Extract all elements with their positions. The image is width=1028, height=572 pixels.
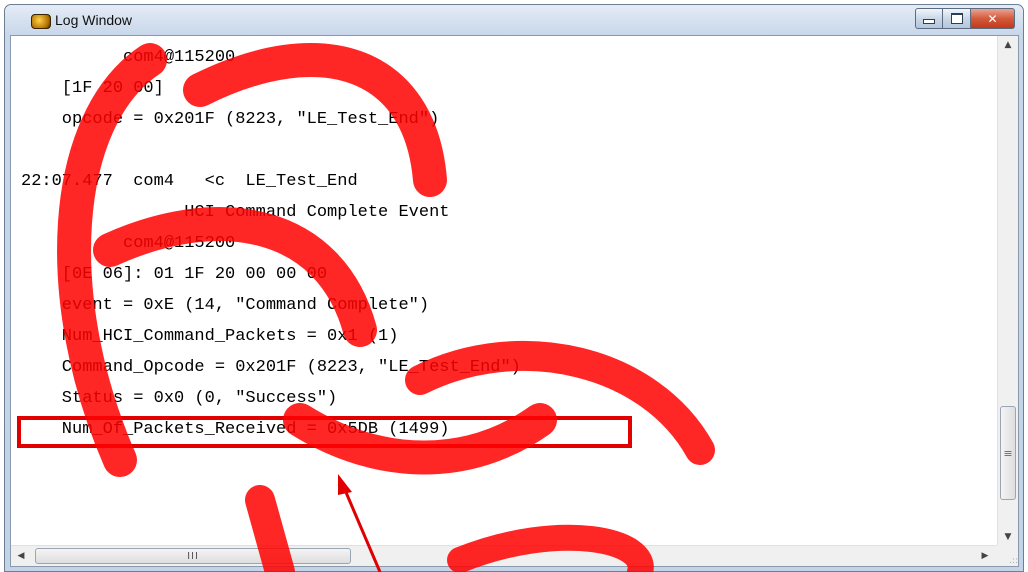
log-line: 22:07.477 com4 <c LE_Test_End — [21, 172, 358, 191]
scroll-up-icon[interactable]: ▲ — [998, 36, 1018, 54]
size-grip-icon[interactable]: .:: — [997, 545, 1018, 566]
minimize-icon — [923, 19, 935, 24]
log-line: Command_Opcode = 0x201F (8223, "LE_Test_… — [21, 358, 521, 377]
minimize-button[interactable] — [915, 8, 943, 29]
app-log-icon — [31, 14, 51, 29]
log-client-area: com4@115200 [1F 20 00] opcode = 0x201F (… — [10, 35, 1019, 567]
scroll-right-icon[interactable]: ▶ — [975, 547, 995, 565]
close-icon: ✕ — [987, 11, 998, 26]
log-text-area[interactable]: com4@115200 [1F 20 00] opcode = 0x201F (… — [11, 36, 997, 546]
horizontal-scroll-thumb[interactable]: III — [35, 548, 351, 564]
log-line: opcode = 0x201F (8223, "LE_Test_End") — [21, 110, 440, 129]
maximize-icon — [950, 13, 963, 24]
window-title: Log Window — [55, 12, 133, 28]
log-line: HCI Command Complete Event — [21, 203, 450, 222]
scroll-down-icon[interactable]: ▼ — [998, 528, 1018, 546]
thumb-grip-icon: ≡ — [1003, 446, 1013, 460]
window-controls: ✕ — [915, 8, 1015, 29]
scroll-left-icon[interactable]: ◀ — [11, 547, 31, 565]
vertical-scroll-thumb[interactable]: ≡ — [1000, 406, 1016, 500]
log-line: event = 0xE (14, "Command Complete") — [21, 296, 430, 315]
vertical-scrollbar[interactable]: ▲ ≡ ▼ — [997, 36, 1018, 546]
title-bar[interactable]: Log Window ✕ — [5, 5, 1023, 35]
log-line: [0E 06]: 01 1F 20 00 00 00 — [21, 265, 328, 284]
log-line: Status = 0x0 (0, "Success") — [21, 389, 338, 408]
log-line: [1F 20 00] — [21, 79, 164, 98]
log-line: com4@115200 — [21, 234, 236, 253]
log-line: com4@115200 — [21, 48, 236, 67]
log-line: Num_HCI_Command_Packets = 0x1 (1) — [21, 327, 399, 346]
highlight-box — [17, 416, 632, 448]
thumb-grip-icon: III — [187, 550, 199, 562]
log-window: Log Window ✕ com4@115200 [1F 20 00] opco… — [4, 4, 1024, 572]
horizontal-scrollbar[interactable]: ◀ III ▶ — [11, 545, 997, 566]
close-button[interactable]: ✕ — [971, 8, 1015, 29]
maximize-button[interactable] — [943, 8, 971, 29]
